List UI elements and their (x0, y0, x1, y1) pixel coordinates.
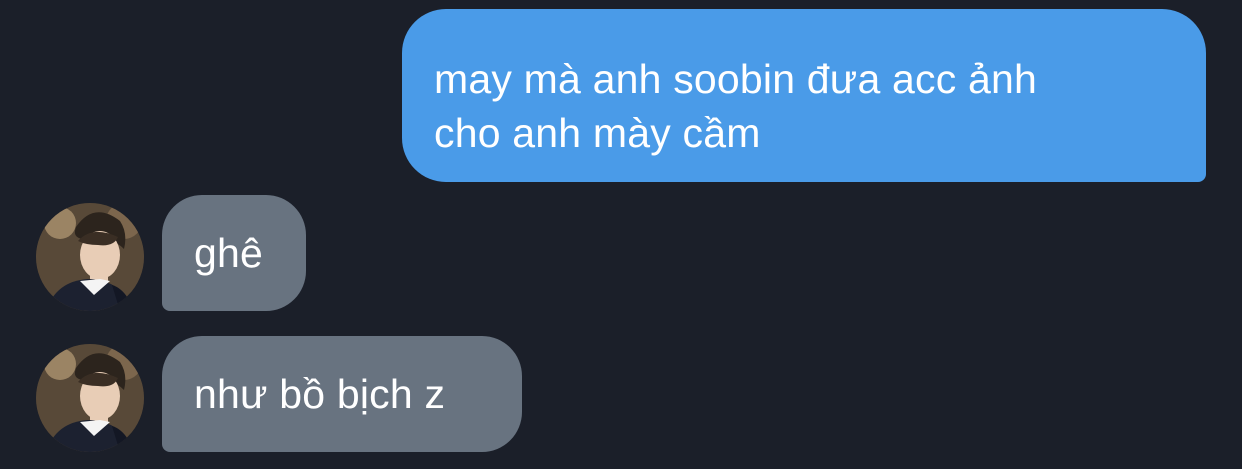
avatar-photo-icon (36, 203, 144, 311)
contact-avatar[interactable] (36, 344, 144, 452)
received-message-bubble[interactable]: ghê (162, 195, 306, 311)
sent-message-bubble[interactable]: may mà anh soobin đưa acc ảnh cho anh mà… (402, 9, 1206, 182)
contact-avatar[interactable] (36, 203, 144, 311)
avatar-photo-icon (36, 344, 144, 452)
received-message-bubble[interactable]: như bồ bịch z (162, 336, 522, 452)
